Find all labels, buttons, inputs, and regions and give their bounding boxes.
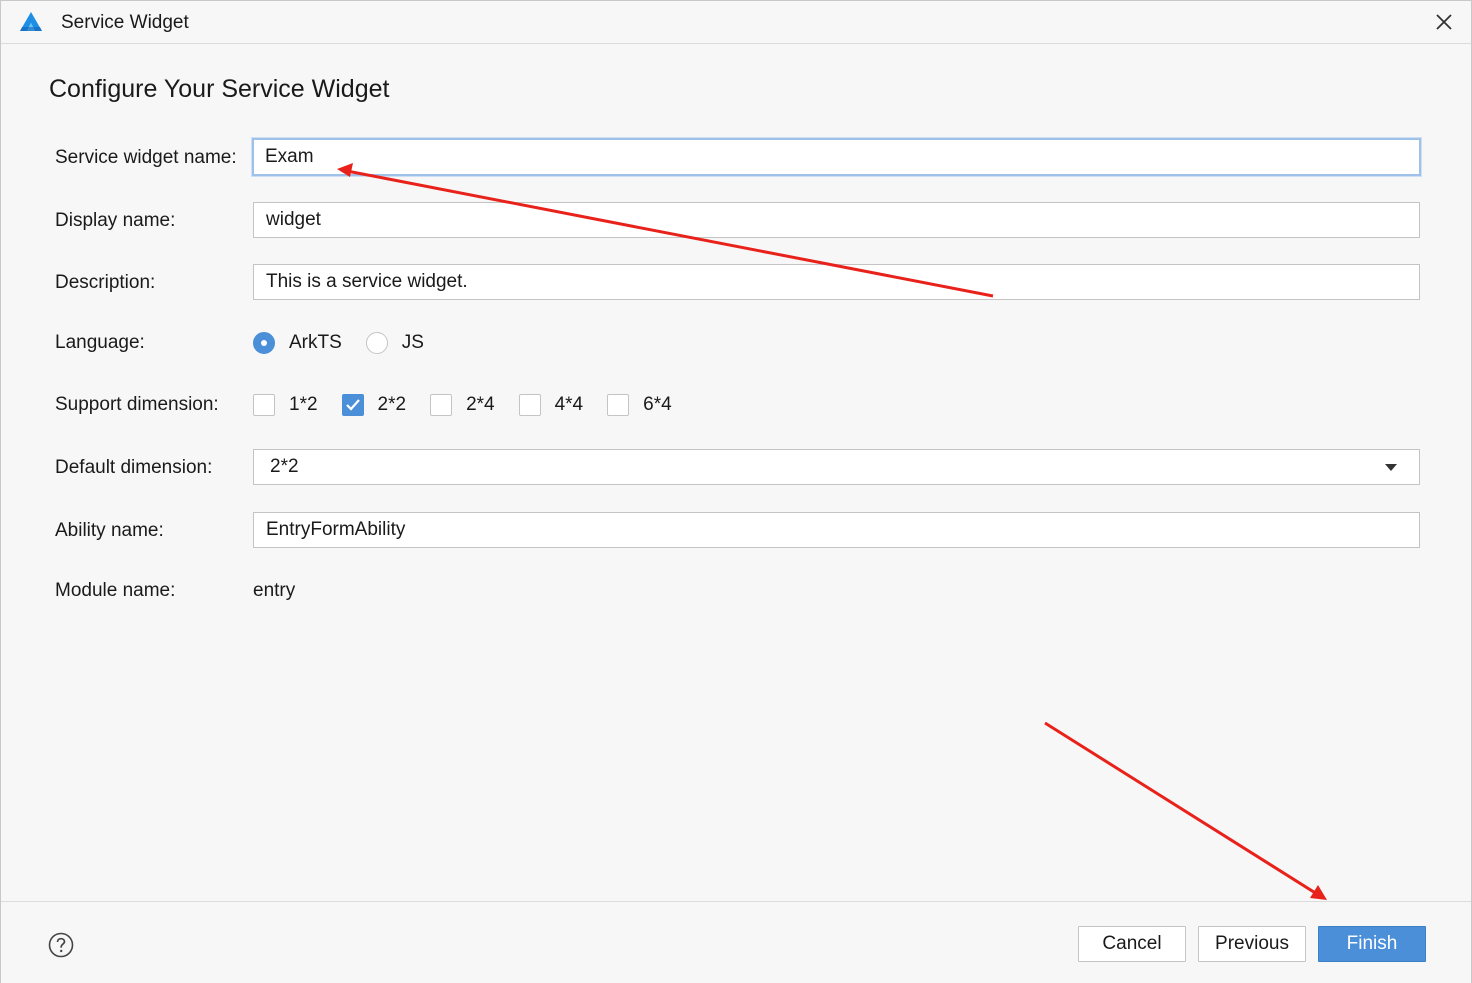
service-widget-name-label: Service widget name:	[55, 147, 237, 168]
module-name-label: Module name:	[55, 580, 176, 601]
language-label: Language:	[55, 332, 145, 353]
language-row: Language: ArkTS JS	[55, 324, 1421, 362]
description-label: Description:	[55, 272, 156, 293]
help-icon[interactable]	[48, 932, 74, 958]
chevron-down-icon[interactable]	[1385, 464, 1397, 471]
checkbox-2x2[interactable]	[341, 394, 364, 416]
display-name-label: Display name:	[55, 210, 176, 231]
service-widget-dialog: Service Widget Configure Your Service Wi…	[0, 0, 1472, 983]
dimension-option-1x2[interactable]: 1*2	[253, 394, 318, 416]
window-title: Service Widget	[61, 12, 189, 33]
default-dimension-row: Default dimension: 2*2	[55, 449, 1421, 487]
radio-js[interactable]	[365, 332, 388, 354]
checkbox-4x4[interactable]	[518, 394, 541, 416]
app-logo-icon	[20, 12, 42, 31]
support-dimension-label: Support dimension:	[55, 394, 219, 415]
description-row: Description:	[55, 264, 1421, 302]
support-dimension-checkbox-group: 1*2 2*2 2*4 4*4 6*4	[253, 386, 696, 424]
ability-name-label: Ability name:	[55, 520, 164, 541]
dimension-option-4x4[interactable]: 4*4	[518, 394, 584, 416]
ability-name-input[interactable]	[253, 512, 1420, 548]
close-icon[interactable]	[1431, 9, 1457, 35]
checkbox-label-1x2: 1*2	[289, 394, 318, 415]
dimension-option-2x2[interactable]: 2*2	[341, 394, 407, 416]
checkbox-6x4[interactable]	[607, 394, 630, 416]
checkbox-label-2x4: 2*4	[466, 394, 495, 415]
display-name-input[interactable]	[253, 202, 1420, 238]
previous-button[interactable]: Previous	[1198, 926, 1306, 962]
default-dimension-value: 2*2	[270, 456, 299, 477]
checkbox-label-4x4: 4*4	[554, 394, 584, 415]
description-input[interactable]	[253, 264, 1420, 300]
checkmark-icon	[345, 399, 360, 411]
service-widget-name-input[interactable]	[252, 138, 1421, 176]
title-bar: Service Widget	[1, 1, 1471, 44]
language-option-js[interactable]: JS	[365, 332, 424, 354]
finish-button[interactable]: Finish	[1318, 926, 1426, 962]
display-name-row: Display name:	[55, 202, 1421, 240]
dimension-option-6x4[interactable]: 6*4	[607, 394, 672, 416]
dialog-footer: Cancel Previous Finish	[1, 901, 1471, 983]
language-radio-group: ArkTS JS	[253, 324, 448, 362]
module-name-row: Module name: entry	[55, 572, 1421, 610]
module-name-value: entry	[253, 580, 296, 601]
dimension-option-2x4[interactable]: 2*4	[430, 394, 495, 416]
radio-label-arkts: ArkTS	[289, 332, 342, 353]
support-dimension-row: Support dimension: 1*2 2*2 2*4 4*4 6*4	[55, 386, 1421, 424]
page-title: Configure Your Service Widget	[49, 75, 390, 103]
cancel-button[interactable]: Cancel	[1078, 926, 1186, 962]
service-widget-name-row: Service widget name:	[55, 138, 1421, 177]
arrow-to-finish-button	[1044, 721, 1327, 900]
checkbox-label-2x2: 2*2	[377, 394, 407, 415]
ability-name-row: Ability name:	[55, 512, 1421, 550]
checkbox-1x2[interactable]	[253, 394, 275, 416]
language-option-arkts[interactable]: ArkTS	[253, 332, 342, 354]
checkbox-label-6x4: 6*4	[643, 394, 672, 415]
default-dimension-select[interactable]: 2*2	[253, 449, 1420, 485]
default-dimension-label: Default dimension:	[55, 457, 213, 478]
checkbox-2x4[interactable]	[430, 394, 453, 416]
radio-label-js: JS	[401, 332, 424, 353]
radio-arkts[interactable]	[253, 332, 275, 354]
